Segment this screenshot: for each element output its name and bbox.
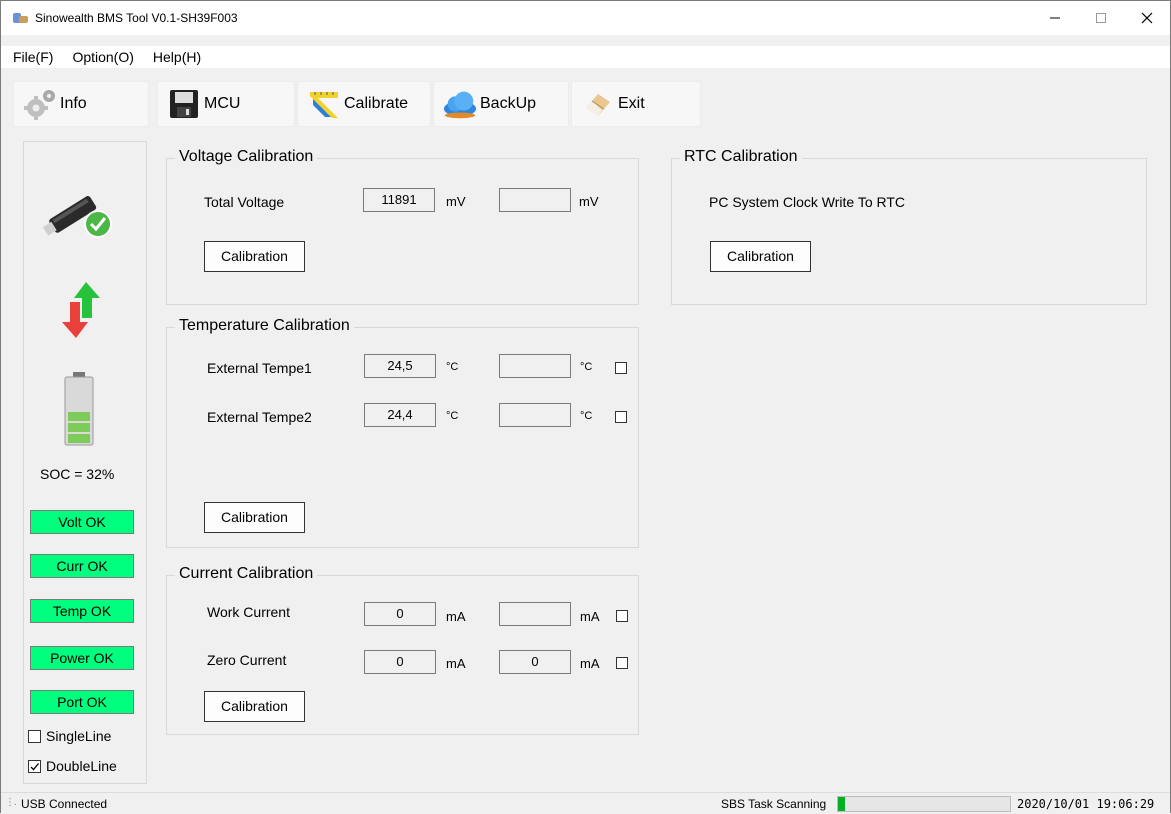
total-voltage-unit: mV xyxy=(446,194,466,209)
toolbar-info-button[interactable]: Info xyxy=(13,81,149,127)
work-current-checkbox[interactable] xyxy=(616,610,628,622)
work-current-label: Work Current xyxy=(207,604,290,620)
window-controls xyxy=(1032,1,1170,35)
double-line-checkbox[interactable] xyxy=(28,759,41,773)
current-calibration-button[interactable]: Calibration xyxy=(204,691,305,722)
toolbar-backup-button[interactable]: BackUp xyxy=(433,81,569,127)
minimize-button[interactable] xyxy=(1032,1,1078,35)
external-tempe1-value: 24,5 xyxy=(364,354,436,378)
temperature-calibration-title: Temperature Calibration xyxy=(175,317,354,335)
rtc-calibration-title: RTC Calibration xyxy=(680,148,802,166)
work-current-input[interactable] xyxy=(499,602,571,626)
current-calibration-title: Current Calibration xyxy=(175,565,318,583)
zero-current-value: 0 xyxy=(364,650,436,674)
toolbar-info-label: Info xyxy=(60,95,87,112)
floppy-icon xyxy=(166,86,202,122)
eraser-icon xyxy=(580,86,616,122)
usb-connected-icon xyxy=(40,176,120,249)
checkmark-icon xyxy=(30,762,39,770)
status-datetime: 2020/10/01 19:06:29 xyxy=(1017,797,1155,811)
task-progress-bar xyxy=(837,796,1011,812)
grip-icon: ⋮. xyxy=(5,797,17,808)
zero-current-input[interactable]: 0 xyxy=(499,650,571,674)
title-bar: Sinowealth BMS Tool V0.1-SH39F003 xyxy=(1,1,1170,35)
power-status-badge: Power OK xyxy=(30,646,134,670)
double-line-label: DoubleLine xyxy=(46,758,117,774)
work-current-value: 0 xyxy=(364,602,436,626)
toolbar-calibrate-label: Calibrate xyxy=(344,95,409,112)
temperature-calibration-button[interactable]: Calibration xyxy=(204,502,305,533)
work-current-input-unit: mA xyxy=(580,609,600,624)
curr-status-badge: Curr OK xyxy=(30,554,134,578)
maximize-button[interactable] xyxy=(1078,1,1124,35)
external-tempe2-label: External Tempe2 xyxy=(207,409,312,425)
external-tempe1-checkbox[interactable] xyxy=(615,362,627,374)
connection-status: USB Connected xyxy=(21,797,108,811)
temperature-calibration-group: Temperature Calibration External Tempe1 … xyxy=(166,317,639,548)
zero-current-label: Zero Current xyxy=(207,652,287,668)
window-title: Sinowealth BMS Tool V0.1-SH39F003 xyxy=(35,11,238,25)
current-calibration-group: Current Calibration Work Current 0 mA mA… xyxy=(166,565,639,735)
cloud-icon xyxy=(442,86,478,122)
app-window: Sinowealth BMS Tool V0.1-SH39F003 File(F… xyxy=(0,0,1171,814)
external-tempe1-input[interactable] xyxy=(499,354,571,378)
external-tempe2-value: 24,4 xyxy=(364,403,436,427)
menu-help[interactable]: Help(H) xyxy=(142,49,209,65)
toolbar-calibrate-button[interactable]: Calibrate xyxy=(297,81,431,127)
toolbar-mcu-label: MCU xyxy=(204,95,241,112)
gear-icon xyxy=(22,86,58,122)
menu-option[interactable]: Option(O) xyxy=(61,49,141,65)
total-voltage-input-unit: mV xyxy=(579,194,599,209)
volt-status-badge: Volt OK xyxy=(30,510,134,534)
close-icon xyxy=(1141,12,1153,24)
external-tempe1-unit: °C xyxy=(446,361,459,373)
toolbar-mcu-button[interactable]: MCU xyxy=(157,81,295,127)
voltage-calibration-title: Voltage Calibration xyxy=(175,148,318,166)
status-bar: ⋮. USB Connected SBS Task Scanning 2020/… xyxy=(1,792,1170,814)
close-button[interactable] xyxy=(1124,1,1170,35)
external-tempe1-label: External Tempe1 xyxy=(207,360,312,376)
port-status-badge: Port OK xyxy=(30,690,134,714)
toolbar-exit-button[interactable]: Exit xyxy=(571,81,701,127)
rtc-calibration-group: RTC Calibration PC System Clock Write To… xyxy=(671,148,1147,305)
status-panel: SOC = 32% Volt OK Curr OK Temp OK Power … xyxy=(23,141,147,784)
external-tempe2-unit: °C xyxy=(446,410,459,422)
voltage-calibration-group: Voltage Calibration Total Voltage 11891 … xyxy=(166,148,639,305)
ruler-icon xyxy=(306,86,342,122)
zero-current-unit: mA xyxy=(446,656,466,671)
rtc-description: PC System Clock Write To RTC xyxy=(709,194,906,210)
menu-bar: File(F) Option(O) Help(H) xyxy=(1,46,1170,68)
task-progress-fill xyxy=(838,797,845,811)
double-line-option[interactable]: DoubleLine xyxy=(28,758,117,774)
work-current-unit: mA xyxy=(446,609,466,624)
minimize-icon xyxy=(1050,17,1060,19)
temp-status-badge: Temp OK xyxy=(30,599,134,623)
total-voltage-label: Total Voltage xyxy=(204,194,285,210)
battery-icon xyxy=(64,372,94,449)
menu-file[interactable]: File(F) xyxy=(1,49,61,65)
toolbar-backup-label: BackUp xyxy=(480,95,537,112)
task-status: SBS Task Scanning xyxy=(721,797,827,811)
external-tempe2-checkbox[interactable] xyxy=(615,411,627,423)
external-tempe2-input[interactable] xyxy=(499,403,571,427)
toolbar: Info MCU Calibrate BackUp Exit xyxy=(13,81,703,127)
single-line-option[interactable]: SingleLine xyxy=(28,728,111,744)
zero-current-input-unit: mA xyxy=(580,656,600,671)
zero-current-checkbox[interactable] xyxy=(616,657,628,669)
external-tempe2-input-unit: °C xyxy=(580,410,593,422)
total-voltage-value: 11891 xyxy=(363,188,435,212)
maximize-icon xyxy=(1096,13,1106,23)
rtc-calibration-button[interactable]: Calibration xyxy=(710,241,811,272)
data-transfer-arrows-icon xyxy=(60,280,104,343)
single-line-label: SingleLine xyxy=(46,728,112,744)
app-logo-icon xyxy=(13,11,29,25)
voltage-calibration-button[interactable]: Calibration xyxy=(204,241,305,272)
soc-label: SOC = 32% xyxy=(40,466,115,482)
total-voltage-input[interactable] xyxy=(499,188,571,212)
single-line-checkbox[interactable] xyxy=(28,729,41,743)
toolbar-exit-label: Exit xyxy=(618,95,645,112)
external-tempe1-input-unit: °C xyxy=(580,361,593,373)
